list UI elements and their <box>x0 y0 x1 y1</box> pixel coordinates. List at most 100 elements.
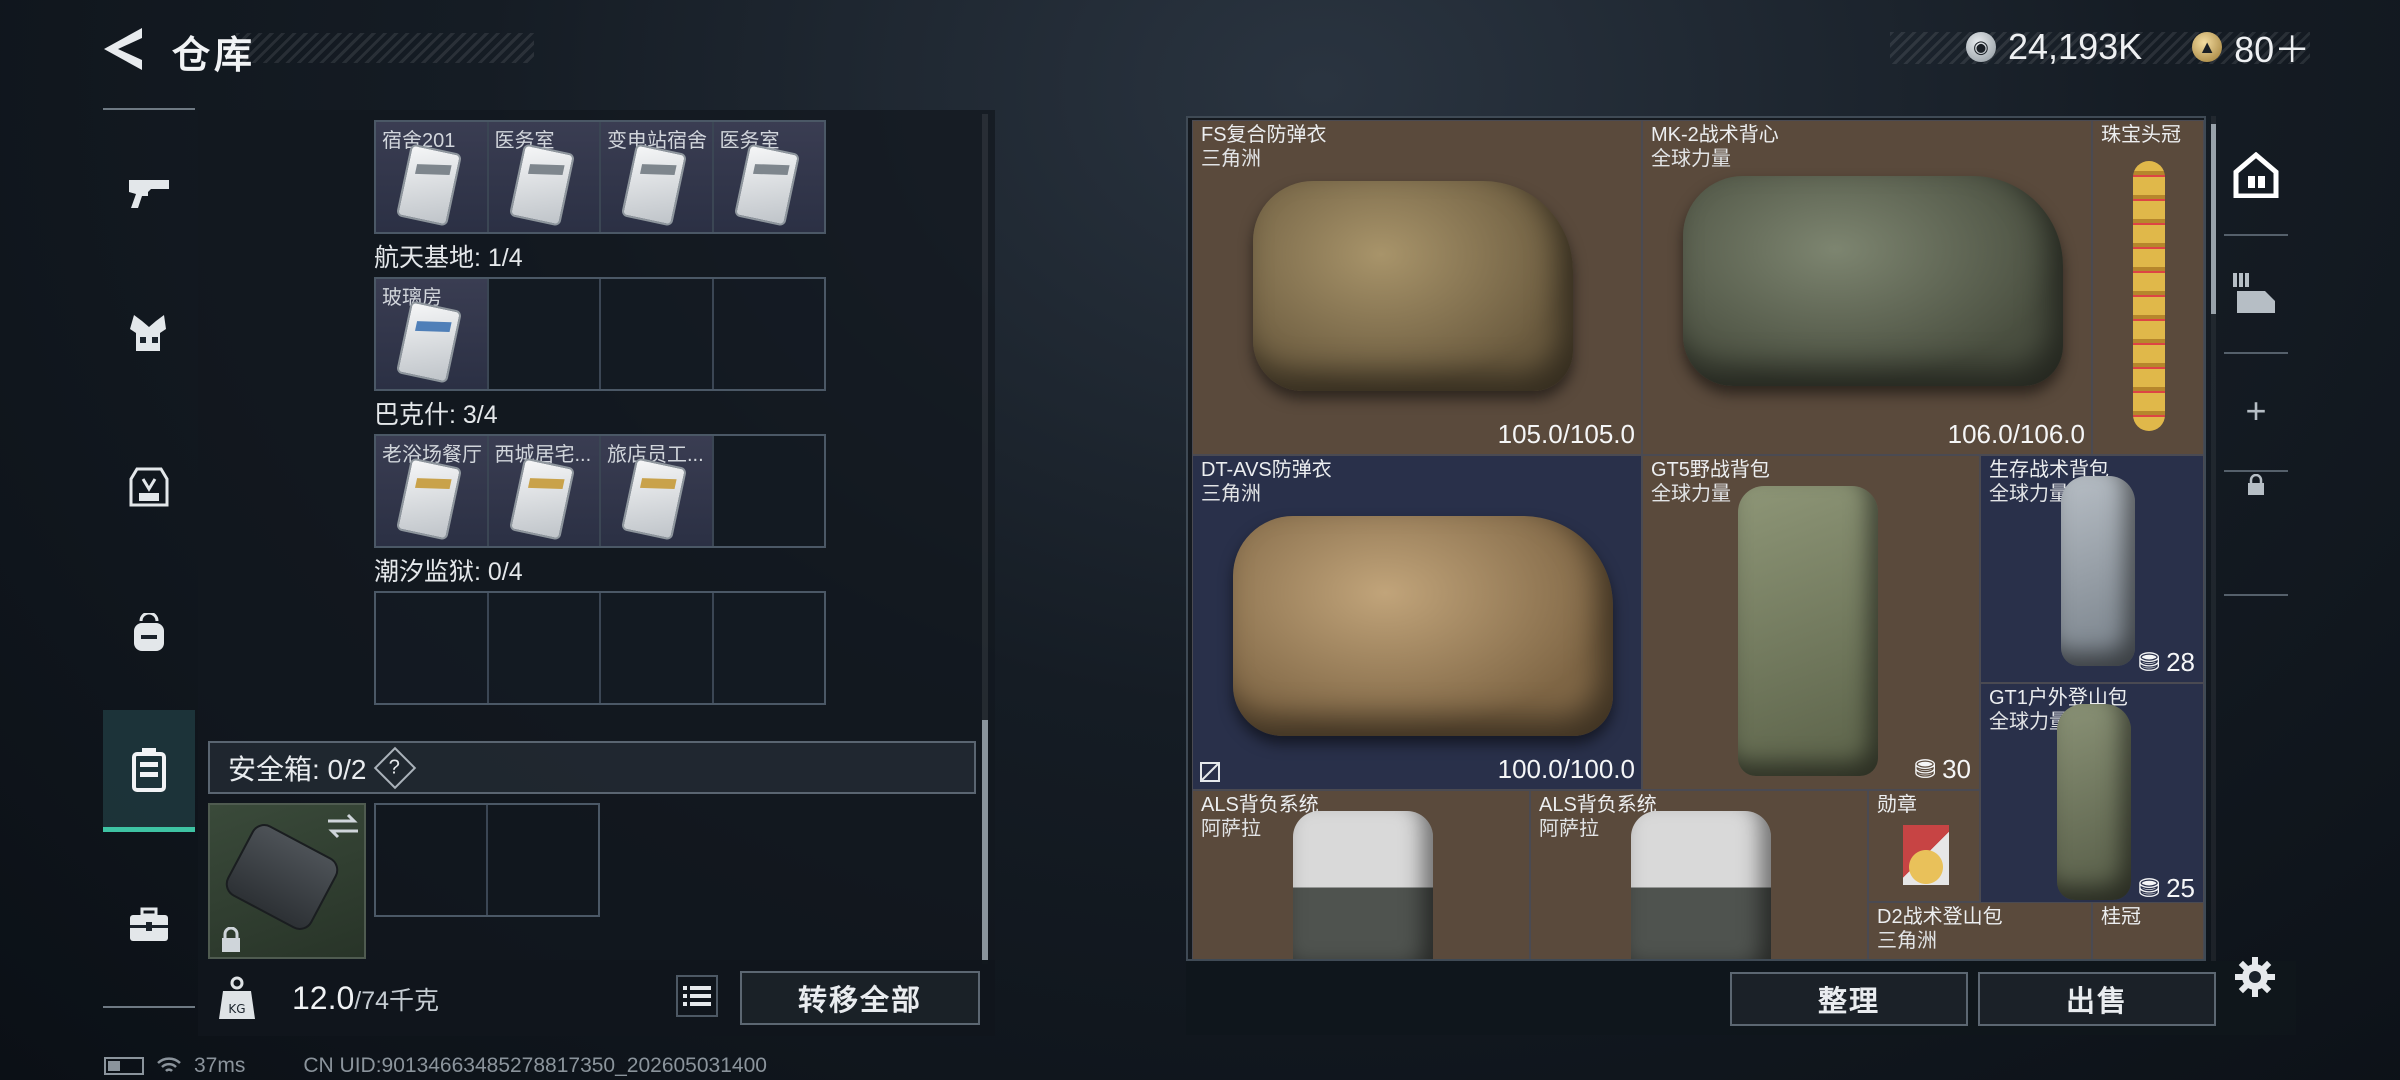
empty-key-slot[interactable] <box>601 279 714 389</box>
empty-key-slot[interactable] <box>489 593 601 703</box>
inventory-item[interactable]: 桂冠 <box>2092 902 2204 959</box>
inventory-item[interactable]: DT-AVS防弹衣 三角洲 100.0/100.0 <box>1192 455 1642 790</box>
safebox-header: 安全箱: 0/2 ? <box>208 741 976 794</box>
sidebar-item-cases[interactable] <box>103 710 195 832</box>
pistol-icon <box>129 180 169 208</box>
locked-storage-tab[interactable] <box>2220 420 2292 550</box>
inventory-item[interactable]: 珠宝头冠 <box>2092 120 2204 455</box>
inventory-item[interactable]: FS复合防弹衣 三角洲 105.0/105.0 <box>1192 120 1642 455</box>
backpack-icon <box>129 467 169 507</box>
back-arrow-icon[interactable] <box>102 26 146 72</box>
keycard-icon <box>395 143 463 227</box>
sidebar-item-bags[interactable] <box>103 578 195 688</box>
empty-key-slot[interactable] <box>376 593 489 703</box>
keycard-icon <box>620 457 688 541</box>
key-slot[interactable]: 医务室 <box>488 122 601 232</box>
wifi-icon <box>157 1057 181 1072</box>
swap-icon[interactable] <box>326 813 360 839</box>
storage-tabs: + <box>2220 116 2292 616</box>
armor-vest-image <box>1253 181 1573 391</box>
sidebar-item-armor[interactable] <box>103 278 195 388</box>
key-slot[interactable]: 变电站宿舍 <box>601 122 714 232</box>
inventory-scrollbar-thumb[interactable] <box>2211 124 2216 314</box>
unlinked-icon <box>1200 762 1220 782</box>
premium-coin-amount[interactable]: 80＋ <box>2234 21 2310 73</box>
sell-button[interactable]: 出售 <box>1978 972 2216 1026</box>
help-icon[interactable]: ? <box>374 746 417 789</box>
sidebar-item-tools[interactable] <box>103 870 195 980</box>
left-scrollbar-thumb[interactable] <box>982 720 988 960</box>
durability: 100.0/100.0 <box>1497 754 1635 784</box>
keycard-icon <box>508 143 575 227</box>
capacity: ⛃ 28 <box>2138 647 2195 677</box>
gear-icon[interactable] <box>2234 956 2276 998</box>
lock-icon <box>222 927 240 952</box>
key-slot[interactable]: 玻璃房 <box>376 279 489 389</box>
empty-key-slot[interactable] <box>489 279 601 389</box>
tab-extension-storage[interactable] <box>2220 234 2292 352</box>
armor-vest-image <box>1233 516 1613 736</box>
backpack-image <box>2061 476 2135 666</box>
key-slot[interactable]: 宿舍201 <box>376 122 489 232</box>
bag-icon <box>134 613 164 651</box>
weight-icon: KG <box>219 976 255 1019</box>
weight-readout: 12.0/74千克 <box>292 980 439 1017</box>
key-slot[interactable]: 旅店员工... <box>601 436 714 546</box>
key-slot[interactable]: 医务室 <box>713 122 824 232</box>
safebox-device-icon <box>220 819 344 935</box>
inventory-grid: FS复合防弹衣 三角洲 105.0/105.0 MK-2战术背心 全球力量 10… <box>1186 116 2206 961</box>
sort-button[interactable]: 整理 <box>1730 972 1968 1026</box>
section-label-tidal-prison: 潮汐监狱: 0/4 <box>374 558 523 586</box>
title-decoration <box>236 33 534 63</box>
key-slot[interactable]: 老浴场餐厅 <box>376 436 489 546</box>
keycard-icon <box>395 300 463 384</box>
armor-vest-icon <box>130 315 166 351</box>
sidebar-item-weapons[interactable] <box>103 138 195 248</box>
empty-safebox-slot[interactable] <box>488 805 598 915</box>
inventory-item[interactable]: GT5野战背包 全球力量 ⛃ 30 <box>1642 455 1980 790</box>
safebox-grid <box>374 803 600 917</box>
keycard-icon <box>733 143 800 227</box>
status-bar: 37ms CN UID:9013466348527881735​0_202605… <box>104 1054 767 1078</box>
transfer-all-button[interactable]: 转移全部 <box>740 971 980 1025</box>
durability: 106.0/106.0 <box>1947 419 2085 449</box>
list-view-button[interactable] <box>676 975 718 1017</box>
capacity: ⛃ 25 <box>2138 873 2195 903</box>
empty-key-slot[interactable] <box>714 593 825 703</box>
capacity: ⛃ 30 <box>1914 754 1971 784</box>
premium-coin-icon[interactable]: ▲ <box>2192 32 2223 62</box>
currency-bar: ◉ 24,193K ▲ 80＋ <box>1966 24 2310 70</box>
safebox-slot[interactable] <box>208 803 366 959</box>
empty-safebox-slot[interactable] <box>376 805 488 915</box>
section-label-bakhsh: 巴克什: 3/4 <box>374 401 498 429</box>
sidebar-item-chest-rig[interactable] <box>103 430 195 540</box>
key-grid-bakhsh: 老浴场餐厅 西城居宅... 旅店员工... <box>374 434 826 548</box>
empty-key-slot[interactable] <box>714 279 825 389</box>
capacity-icon: ⛃ <box>2138 647 2161 677</box>
category-sidebar <box>103 108 195 1010</box>
svg-text:KG: KG <box>228 1002 245 1016</box>
armor-vest-image <box>1683 176 2063 386</box>
safebox-label: 安全箱: 0/2 <box>228 753 367 785</box>
tab-main-storage[interactable] <box>2220 116 2292 234</box>
key-slot[interactable]: 西城居宅... <box>488 436 601 546</box>
extension-storage-icon <box>2233 273 2275 313</box>
user-uid: CN UID:9013466348527881735​0_20260503140… <box>303 1054 767 1077</box>
inventory-item[interactable]: GT1户外登山包 全球力量 ⛃ 25 <box>1980 683 2204 909</box>
inventory-item[interactable]: 勋章 <box>1868 790 1980 902</box>
inventory-item[interactable]: ALS背负系统 阿萨拉 <box>1530 790 1868 959</box>
list-icon <box>683 986 711 1006</box>
hafcoin-icon: ◉ <box>1966 32 1996 62</box>
empty-key-slot[interactable] <box>601 593 714 703</box>
backpack-image <box>1631 811 1771 959</box>
max-weight: /74千克 <box>354 987 440 1015</box>
inventory-item[interactable]: D2战术登山包 三角洲 <box>1868 902 2092 959</box>
backpack-image <box>2057 704 2131 900</box>
lock-icon <box>2248 474 2264 495</box>
toolbox-icon <box>130 907 168 941</box>
empty-key-slot[interactable] <box>714 436 825 546</box>
inventory-item[interactable]: 生存战术背包 全球力量 ⛃ 28 <box>1980 455 2204 683</box>
inventory-item[interactable]: MK-2战术背心 全球力量 106.0/106.0 <box>1642 120 2092 455</box>
inventory-item[interactable]: ALS背负系统 阿萨拉 <box>1192 790 1530 959</box>
capacity-icon: ⛃ <box>1914 754 1937 784</box>
